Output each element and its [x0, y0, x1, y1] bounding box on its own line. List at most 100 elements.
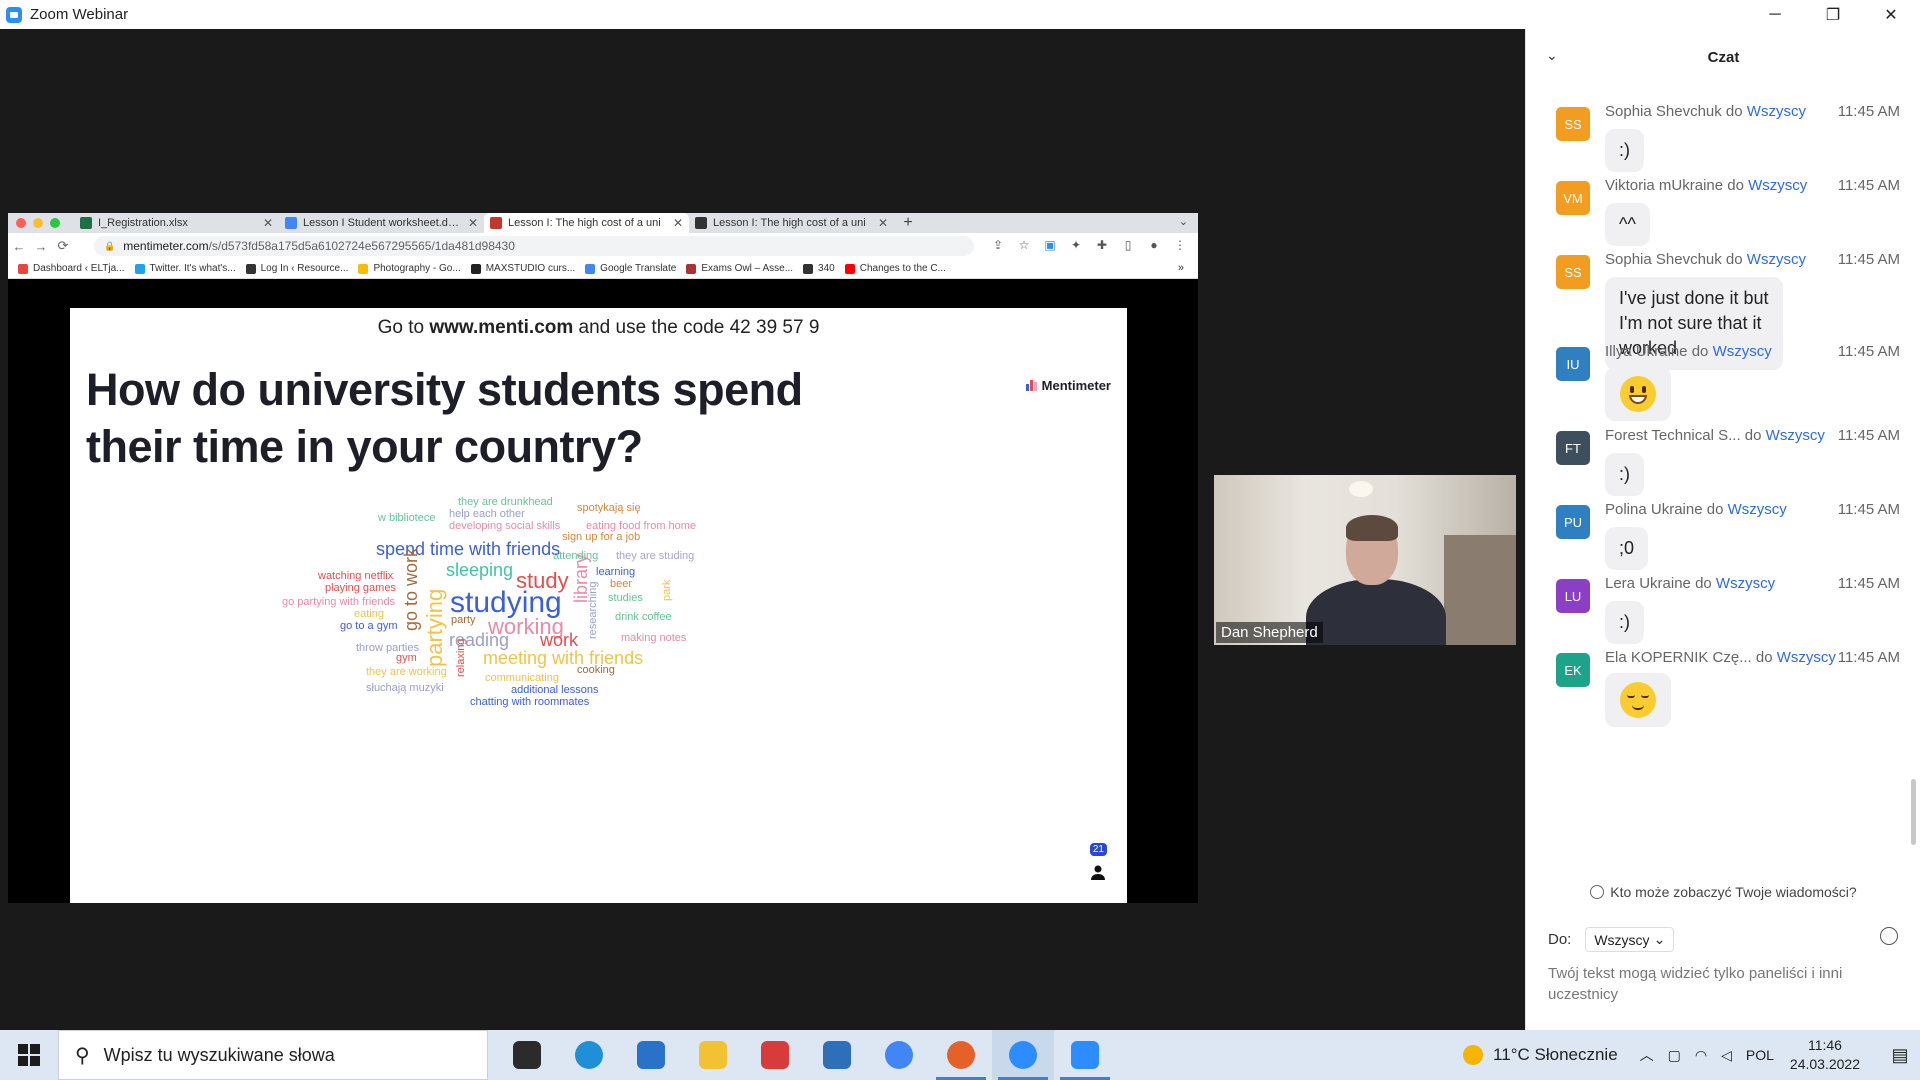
taskbar-app-mail[interactable]: [620, 1030, 682, 1080]
bookmark-item[interactable]: 340: [803, 263, 835, 274]
language-indicator[interactable]: POL: [1746, 1047, 1774, 1063]
recipient-link[interactable]: Wszyscy: [1728, 501, 1787, 518]
bookmark-item[interactable]: Changes to the C...: [844, 263, 946, 274]
side-panel-icon[interactable]: ▯: [1120, 237, 1136, 253]
message-meta: Polina Ukraine do Wszyscy 11:45 AM: [1605, 501, 1900, 518]
clock[interactable]: 11:46 24.03.2022: [1790, 1036, 1860, 1074]
who-can-see-link[interactable]: Kto może zobaczyć Twoje wiadomości?: [1526, 877, 1920, 907]
browser-tab[interactable]: Lesson I: The high cost of a uni ✕: [484, 213, 689, 233]
browser-tab[interactable]: Lesson I Student worksheet.docx ✕: [279, 213, 484, 233]
sender-name: Sophia Shevchuk: [1605, 103, 1722, 120]
bookmark-item[interactable]: MAXSTUDIO curs...: [470, 263, 575, 274]
recipient-dropdown[interactable]: Wszyscy ⌄: [1585, 927, 1675, 952]
speaker-video-tile[interactable]: Dan Shepherd: [1214, 475, 1516, 645]
forward-icon[interactable]: →: [30, 239, 52, 254]
speaker-hair: [1346, 515, 1398, 541]
mac-zoom-light[interactable]: [50, 218, 60, 228]
tab-close-icon[interactable]: ✕: [673, 216, 683, 230]
tab-close-icon[interactable]: ✕: [878, 216, 888, 230]
chat-panel: ⌄ Czat SS Sophia Shevchuk do Wszyscy 11:4…: [1525, 29, 1920, 1030]
url-field[interactable]: 🔒 mentimeter.com/s/d573fd58a175d5a610272…: [94, 236, 974, 256]
back-icon[interactable]: ←: [8, 239, 30, 254]
tab-close-icon[interactable]: ✕: [468, 216, 478, 230]
weather-widget[interactable]: 11°C Słonecznie: [1463, 1045, 1618, 1065]
volume-icon[interactable]: ◁: [1721, 1047, 1732, 1064]
chat-scrollbar[interactable]: [1911, 779, 1916, 845]
word-cloud-word: w bibliotece: [378, 512, 436, 524]
taskbar-app-zoom-meetings[interactable]: [992, 1030, 1054, 1080]
bookmark-favicon-icon: [245, 263, 256, 274]
system-tray: 11°C Słonecznie ︿ ▢ ◠ ◁ POL 11:46 24.03.…: [1463, 1030, 1920, 1080]
collapse-chevron-icon[interactable]: ⌄: [1546, 47, 1558, 64]
word-cloud-word: communicating: [485, 672, 559, 684]
puzzle-icon[interactable]: ✚: [1094, 237, 1110, 253]
browser-tab[interactable]: I_Registration.xlsx ✕: [74, 213, 279, 233]
avatar: SS: [1556, 107, 1590, 141]
bookmark-item[interactable]: Exams Owl – Asse...: [686, 263, 793, 274]
tab-close-icon[interactable]: ✕: [263, 216, 273, 230]
word-cloud-word: drink coffee: [615, 611, 672, 623]
mac-minimize-light[interactable]: [33, 218, 43, 228]
recipient-link[interactable]: Wszyscy: [1713, 343, 1772, 360]
person-icon: [1091, 865, 1105, 880]
browser-tab[interactable]: Lesson I: The high cost of a uni ✕: [689, 213, 894, 233]
to-word: do: [1706, 501, 1724, 518]
message-time: 11:45 AM: [1837, 103, 1900, 120]
notification-icon[interactable]: ▤: [1880, 1045, 1920, 1066]
bookmark-item[interactable]: Google Translate: [585, 263, 676, 274]
to-label: Do:: [1548, 931, 1572, 948]
close-button[interactable]: ✕: [1862, 0, 1920, 29]
profile-avatar-icon[interactable]: ●: [1146, 237, 1162, 253]
chevron-down-icon: ⌄: [1653, 931, 1666, 947]
recipient-link[interactable]: Wszyscy: [1766, 427, 1825, 444]
avatar: FT: [1556, 431, 1590, 465]
window-title: Zoom Webinar: [30, 6, 129, 23]
gift-icon: [761, 1041, 789, 1069]
bookmarks-more-icon[interactable]: »: [1178, 262, 1184, 274]
tab-search-chevron-icon[interactable]: ⌄: [1179, 215, 1188, 228]
bookmark-item[interactable]: Photography - Go...: [358, 263, 461, 274]
taskbar-app-zoom[interactable]: [1054, 1030, 1116, 1080]
taskbar-app-edge[interactable]: [558, 1030, 620, 1080]
reload-icon[interactable]: ⟳: [52, 238, 74, 254]
chat-input[interactable]: Twój tekst mogą widzieć tylko paneliści …: [1548, 963, 1888, 1005]
taskbar-app-file-explorer[interactable]: [682, 1030, 744, 1080]
mac-close-light[interactable]: [16, 218, 26, 228]
taskbar-app-chrome[interactable]: [868, 1030, 930, 1080]
recipient-link[interactable]: Wszyscy: [1716, 575, 1775, 592]
restore-button[interactable]: ❐: [1804, 0, 1862, 29]
taskbar-app-firefox[interactable]: [930, 1030, 992, 1080]
taskbar-app-gift[interactable]: [744, 1030, 806, 1080]
chat-message-list[interactable]: SS Sophia Shevchuk do Wszyscy 11:45 AM :)…: [1526, 85, 1920, 877]
word-cloud-word: go to work: [401, 547, 421, 631]
bookmark-star-icon[interactable]: ☆: [1016, 237, 1032, 253]
recipient-link[interactable]: Wszyscy: [1747, 103, 1806, 120]
emoji-picker-icon[interactable]: [1880, 927, 1898, 945]
taskbar-search-box[interactable]: ⚲ Wpisz tu wyszukiwane słowa: [58, 1030, 488, 1080]
recipient-link[interactable]: Wszyscy: [1777, 649, 1836, 666]
browser-tab-strip: I_Registration.xlsx ✕ Lesson I Student wor…: [8, 213, 1198, 233]
sender-name: Ela KOPERNIK Czę...: [1605, 649, 1752, 666]
share-icon[interactable]: ⇪: [990, 237, 1006, 253]
chrome-icon: [885, 1041, 913, 1069]
start-button[interactable]: [0, 1030, 58, 1080]
chat-bubble: ^^: [1605, 203, 1650, 246]
message-meta: Sophia Shevchuk do Wszyscy 11:45 AM: [1605, 103, 1900, 120]
new-tab-button[interactable]: +: [894, 213, 922, 233]
bookmark-item[interactable]: Log In ‹ Resource...: [245, 263, 348, 274]
word-cloud-word: słuchają muzyki: [366, 682, 444, 694]
extension-icon[interactable]: ✦: [1068, 237, 1084, 253]
taskbar-app-store[interactable]: [806, 1030, 868, 1080]
zoom-extension-icon[interactable]: ▣: [1042, 237, 1058, 253]
browser-menu-icon[interactable]: ⋮: [1172, 237, 1188, 253]
recipient-link[interactable]: Wszyscy: [1747, 251, 1806, 268]
shared-browser-window: I_Registration.xlsx ✕ Lesson I Student wor…: [8, 213, 1198, 903]
meet-now-icon[interactable]: ▢: [1668, 1047, 1681, 1064]
chevron-up-icon[interactable]: ︿: [1640, 1045, 1654, 1065]
taskbar-app-task-view[interactable]: [496, 1030, 558, 1080]
bookmark-item[interactable]: Twitter. It's what's...: [134, 263, 236, 274]
bookmark-item[interactable]: Dashboard ‹ ELTja...: [18, 263, 125, 274]
wifi-icon[interactable]: ◠: [1695, 1047, 1707, 1064]
minimize-button[interactable]: ─: [1746, 0, 1804, 29]
recipient-link[interactable]: Wszyscy: [1748, 177, 1807, 194]
